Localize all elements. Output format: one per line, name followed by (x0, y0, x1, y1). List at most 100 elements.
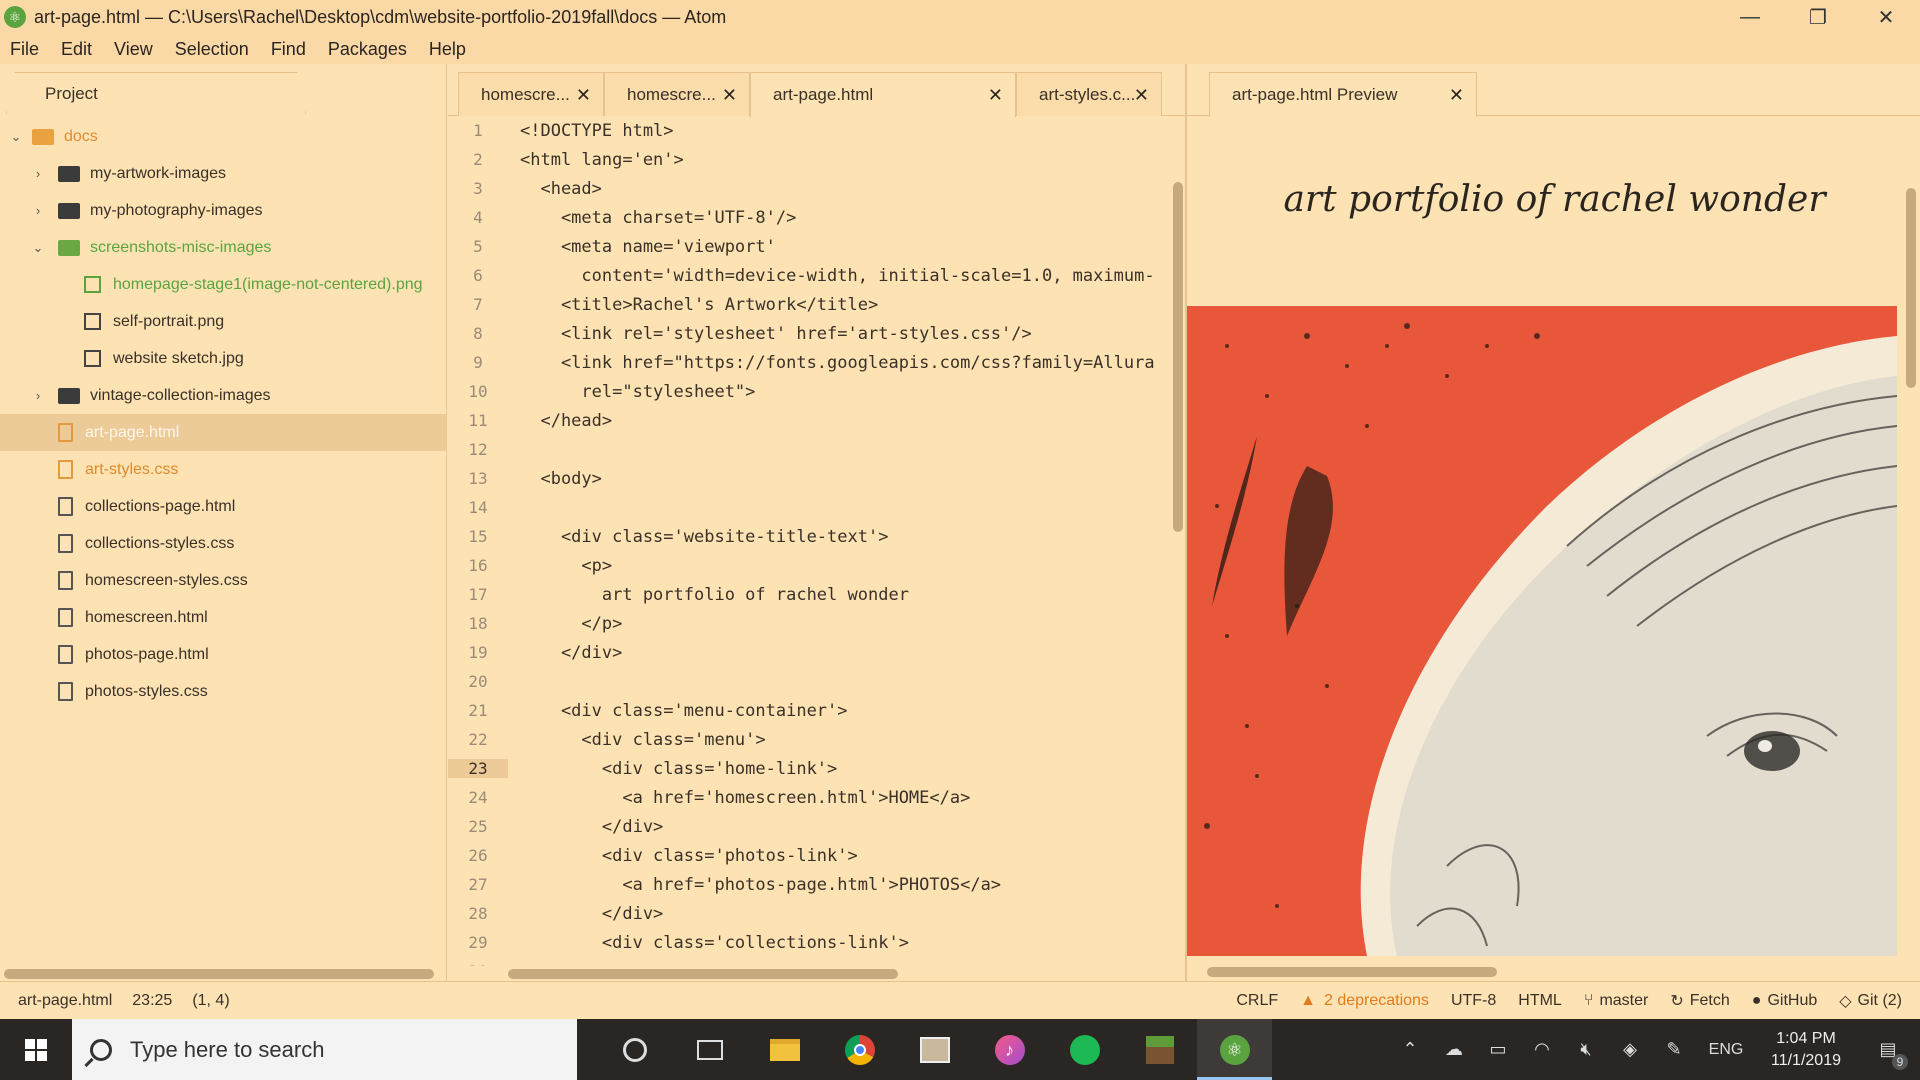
chevron-right-icon[interactable]: › (30, 166, 46, 181)
code-line[interactable]: 14 (448, 493, 1178, 522)
tree-item-folder[interactable]: › vintage-collection-images (0, 377, 447, 414)
code-line[interactable]: 8 <link rel='stylesheet' href='art-style… (448, 319, 1178, 348)
pen-icon[interactable]: ✎ (1652, 1039, 1696, 1060)
status-line-ending[interactable]: CRLF (1236, 992, 1278, 1010)
photos-app-icon[interactable] (897, 1019, 972, 1080)
code-line[interactable]: 5 <meta name='viewport' (448, 232, 1178, 261)
status-cursor-position[interactable]: 23:25 (132, 992, 172, 1010)
tree-item-file[interactable]: collections-styles.css (0, 525, 447, 562)
wifi-icon[interactable]: ◠ (1520, 1039, 1564, 1060)
code-line[interactable]: 2 <html lang='en'> (448, 145, 1178, 174)
cortana-icon[interactable] (597, 1019, 672, 1080)
code-line[interactable]: 26 <div class='photos-link'> (448, 841, 1178, 870)
tab-art-page[interactable]: art-page.html ✕ (750, 72, 1016, 117)
close-tab-icon[interactable]: ✕ (1134, 85, 1149, 106)
close-tab-icon[interactable]: ✕ (722, 85, 737, 106)
editor-horizontal-scrollbar[interactable] (508, 969, 898, 979)
code-line[interactable]: 11 </head> (448, 406, 1178, 435)
code-line[interactable]: 24 <a href='homescreen.html'>HOME</a> (448, 783, 1178, 812)
menu-find[interactable]: Find (271, 39, 306, 60)
tree-item-file-selected[interactable]: art-page.html (0, 414, 447, 451)
chevron-right-icon[interactable]: › (30, 203, 46, 218)
scrollbar-thumb[interactable] (1906, 188, 1916, 388)
tree-item-folder[interactable]: › my-artwork-images (0, 155, 447, 192)
code-line[interactable]: 19 </div> (448, 638, 1178, 667)
code-line[interactable]: 9 <link href="https://fonts.googleapis.c… (448, 348, 1178, 377)
chevron-up-icon[interactable]: ⌃ (1388, 1039, 1432, 1060)
tree-item-file[interactable]: website sketch.jpg (0, 340, 447, 377)
dropbox-icon[interactable]: ◈ (1608, 1039, 1652, 1060)
status-git[interactable]: ◇ Git (2) (1839, 991, 1902, 1011)
code-line[interactable]: 28 </div> (448, 899, 1178, 928)
battery-icon[interactable]: ▭ (1476, 1039, 1520, 1060)
task-view-icon[interactable] (672, 1019, 747, 1080)
code-line[interactable]: 7 <title>Rachel's Artwork</title> (448, 290, 1178, 319)
volume-muted-icon[interactable]: 🔇︎ (1564, 1039, 1608, 1060)
code-line[interactable]: 1 <!DOCTYPE html> (448, 116, 1178, 145)
chevron-right-icon[interactable]: › (30, 388, 46, 403)
editor-vertical-scrollbar[interactable] (1173, 182, 1183, 532)
close-button[interactable]: ✕ (1852, 0, 1920, 34)
tab-homescreen-1[interactable]: homescre... ✕ (458, 72, 604, 116)
atom-taskbar-icon[interactable]: ⚛ (1197, 1019, 1272, 1080)
status-github[interactable]: ● GitHub (1752, 992, 1817, 1010)
code-line[interactable]: 18 </p> (448, 609, 1178, 638)
status-git-branch[interactable]: ⑂ master (1584, 992, 1649, 1010)
code-line[interactable]: 29 <div class='collections-link'> (448, 928, 1178, 957)
tree-item-file[interactable]: self-portrait.png (0, 303, 447, 340)
tree-horizontal-scrollbar[interactable] (4, 969, 434, 979)
minimize-button[interactable]: — (1716, 0, 1784, 34)
status-encoding[interactable]: UTF-8 (1451, 992, 1496, 1010)
status-file-name[interactable]: art-page.html (18, 992, 112, 1010)
code-line[interactable]: 6 content='width=device-width, initial-s… (448, 261, 1178, 290)
code-line[interactable]: 25 </div> (448, 812, 1178, 841)
preview-vertical-scrollbar[interactable] (1904, 144, 1918, 964)
code-line[interactable]: 12 (448, 435, 1178, 464)
close-tab-icon[interactable]: ✕ (576, 85, 591, 106)
code-area[interactable]: 1 <!DOCTYPE html> 2 <html lang='en'> 3 <head… (448, 116, 1178, 966)
tree-item-file[interactable]: homescreen-styles.css (0, 562, 447, 599)
menu-packages[interactable]: Packages (328, 39, 407, 60)
status-selection-count[interactable]: (1, 4) (192, 992, 229, 1010)
code-line[interactable]: 20 (448, 667, 1178, 696)
chevron-down-icon[interactable]: ⌄ (8, 129, 24, 145)
menu-edit[interactable]: Edit (61, 39, 92, 60)
tree-item-file[interactable]: art-styles.css (0, 451, 447, 488)
code-line[interactable]: 15 <div class='website-title-text'> (448, 522, 1178, 551)
restore-button[interactable]: ❐ (1784, 0, 1852, 34)
close-tab-icon[interactable]: ✕ (1449, 85, 1464, 106)
menu-selection[interactable]: Selection (175, 39, 249, 60)
project-tab[interactable]: Project (6, 72, 306, 114)
close-tab-icon[interactable]: ✕ (988, 85, 1003, 106)
notification-center-icon[interactable]: ▤ 9 (1856, 1039, 1920, 1070)
taskbar-search-box[interactable]: Type here to search (72, 1019, 577, 1080)
tab-preview[interactable]: art-page.html Preview ✕ (1209, 72, 1477, 117)
code-line[interactable]: 21 <div class='menu-container'> (448, 696, 1178, 725)
file-explorer-icon[interactable] (747, 1019, 822, 1080)
code-line[interactable]: 13 <body> (448, 464, 1178, 493)
chevron-down-icon[interactable]: ⌄ (30, 240, 46, 256)
menu-view[interactable]: View (114, 39, 153, 60)
menu-help[interactable]: Help (429, 39, 466, 60)
status-grammar[interactable]: HTML (1518, 992, 1562, 1010)
code-line[interactable]: 23 <div class='home-link'> (448, 754, 1178, 783)
tree-item-file[interactable]: homescreen.html (0, 599, 447, 636)
status-deprecations[interactable]: ▲ 2 deprecations (1300, 992, 1429, 1010)
code-line[interactable]: 17 art portfolio of rachel wonder (448, 580, 1178, 609)
tree-item-file[interactable]: photos-page.html (0, 636, 447, 673)
code-line[interactable]: 10 rel="stylesheet"> (448, 377, 1178, 406)
tab-homescreen-2[interactable]: homescre... ✕ (604, 72, 750, 116)
language-indicator[interactable]: ENG (1696, 1041, 1756, 1059)
clock[interactable]: 1:04 PM 11/1/2019 (1756, 1028, 1856, 1072)
code-line[interactable]: 30 (448, 957, 1178, 966)
tree-item-folder[interactable]: › my-photography-images (0, 192, 447, 229)
spotify-icon[interactable] (1047, 1019, 1122, 1080)
tab-art-styles[interactable]: art-styles.c... ✕ (1016, 72, 1162, 116)
code-line[interactable]: 27 <a href='photos-page.html'>PHOTOS</a> (448, 870, 1178, 899)
code-line[interactable]: 4 <meta charset='UTF-8'/> (448, 203, 1178, 232)
itunes-icon[interactable]: ♪ (972, 1019, 1047, 1080)
minecraft-icon[interactable] (1122, 1019, 1197, 1080)
chrome-icon[interactable] (822, 1019, 897, 1080)
tree-item-file[interactable]: photos-styles.css (0, 673, 447, 710)
code-line[interactable]: 3 <head> (448, 174, 1178, 203)
